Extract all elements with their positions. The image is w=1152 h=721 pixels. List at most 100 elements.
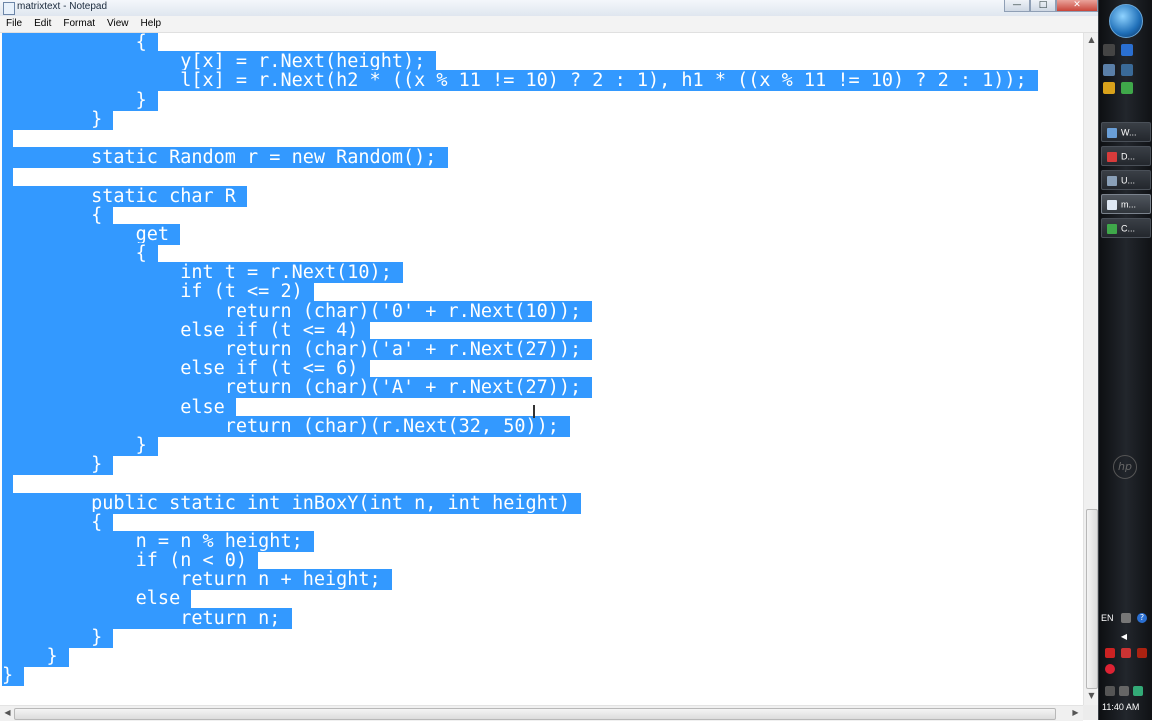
code-line[interactable]: else if (t <= 4) <box>2 319 1038 341</box>
code-line[interactable]: else <box>2 396 1038 418</box>
code-line[interactable]: if (t <= 2) <box>2 281 1038 303</box>
security-shield-icon[interactable] <box>1121 648 1131 658</box>
code-line[interactable]: public static int inBoxY(int n, int heig… <box>2 492 1038 514</box>
volume-icon[interactable] <box>1119 686 1129 696</box>
code-line[interactable]: y[x] = r.Next(height); <box>2 51 1038 73</box>
text-editor[interactable]: { y[x] = r.Next(height); l[x] = r.Next(h… <box>0 33 1083 705</box>
minimize-button[interactable]: — <box>1004 0 1030 12</box>
selected-text: else if (t <= 4) <box>2 319 370 341</box>
help-icon[interactable]: ? <box>1137 613 1147 623</box>
resize-grip[interactable] <box>1083 705 1098 720</box>
tray-app-icon[interactable] <box>1137 648 1147 658</box>
code-line[interactable]: static char R <box>2 185 1038 207</box>
code-line[interactable]: l[x] = r.Next(h2 * ((x % 11 != 10) ? 2 :… <box>2 70 1038 92</box>
scroll-left-icon[interactable]: ◀ <box>0 708 15 717</box>
code-line[interactable]: if (n < 0) <box>2 550 1038 572</box>
selected-text: n = n % height; <box>2 530 314 552</box>
window-icon <box>1107 175 1117 186</box>
language-indicator[interactable]: EN <box>1101 613 1114 623</box>
taskbar-item-d[interactable]: D... <box>1101 146 1151 166</box>
start-button[interactable] <box>1109 4 1143 38</box>
vertical-scroll-thumb[interactable] <box>1086 509 1098 689</box>
menu-edit[interactable]: Edit <box>28 16 57 32</box>
code-line[interactable]: } <box>2 108 1038 130</box>
code-line[interactable]: int t = r.Next(10); <box>2 262 1038 284</box>
code-line[interactable] <box>2 473 1038 495</box>
title-bar[interactable]: matrixtext - Notepad — □ ✕ <box>0 0 1098 17</box>
scroll-up-icon[interactable]: ▲ <box>1084 35 1099 44</box>
switch-windows-icon[interactable] <box>1103 64 1115 76</box>
selected-text: return n; <box>2 607 292 629</box>
code-line[interactable]: } <box>2 665 1038 687</box>
code-text[interactable]: { y[x] = r.Next(height); l[x] = r.Next(h… <box>2 33 1038 687</box>
code-line[interactable]: { <box>2 204 1038 226</box>
media-player-icon[interactable] <box>1103 82 1115 94</box>
scroll-down-icon[interactable]: ▼ <box>1084 691 1099 700</box>
code-line[interactable]: { <box>2 33 1038 53</box>
selected-text: return (char)('0' + r.Next(10)); <box>2 300 593 322</box>
clock[interactable]: 11:40 AM <box>1102 702 1139 712</box>
tray-circle-icon[interactable] <box>1105 664 1115 674</box>
window-controls: — □ ✕ <box>1004 0 1098 12</box>
selected-text: { <box>2 204 114 226</box>
vertical-scrollbar[interactable]: ▲ ▼ <box>1083 33 1099 705</box>
maximize-button[interactable]: □ <box>1030 0 1056 12</box>
ie-icon[interactable] <box>1121 44 1133 56</box>
selected-text: { <box>2 511 114 533</box>
code-line[interactable]: return n; <box>2 607 1038 629</box>
window-title: matrixtext - Notepad <box>17 1 108 12</box>
code-line[interactable]: { <box>2 511 1038 533</box>
code-line[interactable]: } <box>2 454 1038 476</box>
code-line[interactable]: } <box>2 626 1038 648</box>
code-line[interactable]: return (char)('A' + r.Next(27)); <box>2 377 1038 399</box>
code-line[interactable]: static Random r = new Random(); <box>2 147 1038 169</box>
scroll-right-icon[interactable]: ▶ <box>1068 708 1083 717</box>
show-hidden-icons-icon[interactable]: ◀ <box>1119 632 1129 642</box>
code-line[interactable]: return n + height; <box>2 569 1038 591</box>
selected-text: if (t <= 2) <box>2 281 314 303</box>
menu-file[interactable]: File <box>0 16 28 32</box>
taskbar-item-u[interactable]: U... <box>1101 170 1151 190</box>
code-line[interactable]: else <box>2 588 1038 610</box>
selected-text: } <box>2 108 114 130</box>
code-line[interactable]: get <box>2 223 1038 245</box>
horizontal-scroll-thumb[interactable] <box>14 708 1056 720</box>
code-line[interactable] <box>2 166 1038 188</box>
selected-text: get <box>2 223 181 245</box>
menu-view[interactable]: View <box>101 16 135 32</box>
code-line[interactable]: return (char)(r.Next(32, 50)); <box>2 415 1038 437</box>
keyboard-icon[interactable] <box>1121 613 1131 623</box>
code-line[interactable]: } <box>2 646 1038 667</box>
selected-text: return (char)('a' + r.Next(27)); <box>2 339 593 360</box>
taskbar-item-notepad[interactable]: m... <box>1101 194 1151 214</box>
camtasia-icon[interactable] <box>1121 82 1133 94</box>
code-line[interactable]: } <box>2 89 1038 111</box>
network-icon[interactable] <box>1121 64 1133 76</box>
selected-text: } <box>2 646 69 667</box>
horizontal-scrollbar[interactable]: ◀ ▶ <box>0 705 1083 721</box>
taskbar-item-w[interactable]: W... <box>1101 122 1151 142</box>
desktop-icon[interactable] <box>1103 44 1115 56</box>
code-line[interactable]: else if (t <= 6) <box>2 358 1038 380</box>
selected-text: static char R <box>2 185 248 207</box>
selected-text: int t = r.Next(10); <box>2 262 403 284</box>
selected-text: else <box>2 396 236 418</box>
menu-format[interactable]: Format <box>57 16 101 32</box>
code-line[interactable] <box>2 127 1038 149</box>
selected-text: { <box>2 33 158 53</box>
network-status-icon[interactable] <box>1105 686 1115 696</box>
notepad-icon <box>1107 199 1117 210</box>
selected-text: return (char)('A' + r.Next(27)); <box>2 377 593 399</box>
code-line[interactable]: { <box>2 243 1038 265</box>
taskbar-item-c[interactable]: C... <box>1101 218 1151 238</box>
code-line[interactable]: } <box>2 434 1038 456</box>
hp-logo: hp <box>1113 455 1137 479</box>
code-line[interactable]: n = n % height; <box>2 530 1038 552</box>
code-line[interactable]: return (char)('a' + r.Next(27)); <box>2 339 1038 360</box>
close-button[interactable]: ✕ <box>1056 0 1098 12</box>
selected-text: if (n < 0) <box>2 550 259 572</box>
menu-help[interactable]: Help <box>135 16 168 32</box>
code-line[interactable]: return (char)('0' + r.Next(10)); <box>2 300 1038 322</box>
power-icon[interactable] <box>1133 686 1143 696</box>
tray-red-icon[interactable] <box>1105 648 1115 658</box>
